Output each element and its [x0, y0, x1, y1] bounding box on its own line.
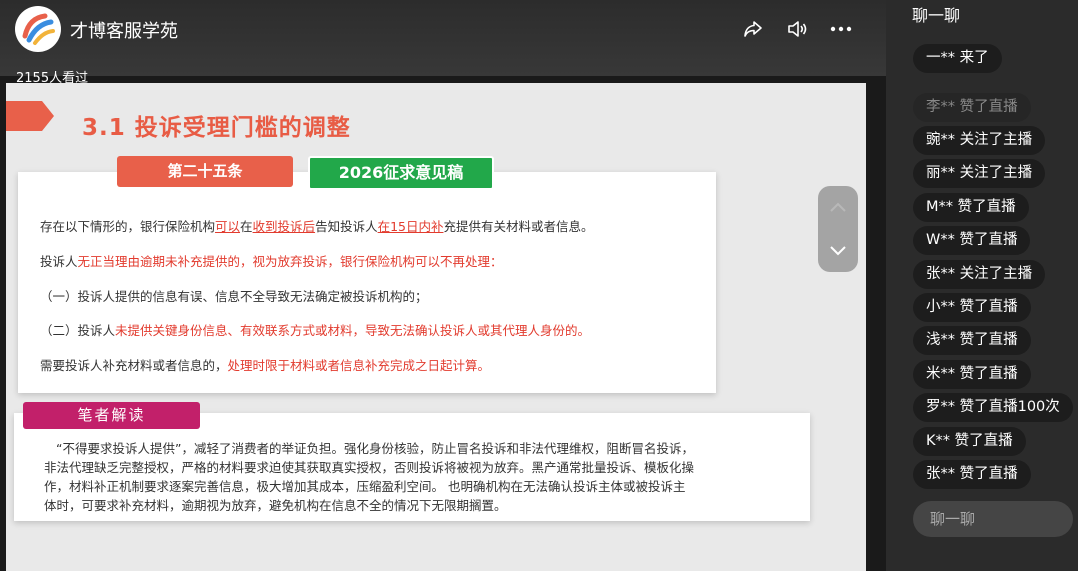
clause-item-2: （二）投诉人未提供关键身份信息、有效联系方式或材料，导致无法确认投诉人或其代理人…: [40, 323, 591, 338]
presentation-slide: 3.1 投诉受理门槛的调整 第二十五条 2026征求意见稿 存在以下情形的，银行…: [6, 83, 866, 571]
commentary-line: 体时，可要求补充材料，逾期视为放弃，避免机构在信息不全的情况下无限期搁置。: [44, 498, 507, 513]
chat-message: 米** 赞了直播: [913, 360, 1031, 389]
live-stream-page: 才博客服学苑 2155人看过 3.1 投诉受理门槛的调整 第二十五条 2026征…: [0, 0, 1078, 571]
chat-input[interactable]: 聊一聊: [913, 501, 1073, 537]
title-arrow-decoration: [6, 101, 54, 131]
video-player[interactable]: 才博客服学苑 2155人看过 3.1 投诉受理门槛的调整 第二十五条 2026征…: [0, 0, 886, 571]
chat-message: 小** 赞了直播: [913, 293, 1031, 322]
slide-title: 3.1 投诉受理门槛的调整: [82, 115, 351, 141]
share-icon[interactable]: [740, 16, 766, 42]
volume-icon[interactable]: [784, 16, 810, 42]
channel-name[interactable]: 才博客服学苑: [70, 17, 178, 43]
chat-message: 浅** 赞了直播: [913, 326, 1031, 355]
chat-message: W** 赞了直播: [913, 226, 1031, 255]
chat-message: 张** 关注了主播: [913, 260, 1046, 289]
clause-item-1: （一）投诉人提供的信息有误、信息不全导致无法确定被投诉机构的；: [40, 289, 428, 304]
commentary-label: 笔者解读: [23, 402, 200, 429]
chat-message: 一** 来了: [913, 44, 1002, 73]
player-header: 才博客服学苑 2155人看过: [0, 0, 886, 86]
draft-tab: 2026征求意见稿: [308, 156, 494, 190]
chevron-up-icon[interactable]: [826, 196, 850, 220]
commentary-line: 作，材料补正机制要求逐案完善信息，极大增加其成本，压缩盈利空间。 也明确机构在无…: [44, 479, 686, 494]
chat-panel: 聊一聊 一** 来了 李** 赞了直播 豌** 关注了主播 丽** 关注了主播 M** …: [886, 0, 1078, 571]
commentary-line: “不得要求投诉人提供”，减轻了消费者的举证负担。强化身份核验，防止冒名投诉和非法…: [56, 441, 694, 456]
chat-message: K** 赞了直播: [913, 427, 1026, 456]
clause-paragraph-1: 存在以下情形的，银行保险机构可以在收到投诉后告知投诉人在15日内补充提供有关材料…: [40, 219, 594, 234]
more-icon[interactable]: [828, 16, 854, 42]
clause-paragraph-5: 需要投诉人补充材料或者信息的，处理时限于材料或者信息补充完成之日起计算。: [40, 358, 491, 373]
chat-message: 李** 赞了直播: [913, 93, 1031, 122]
chat-message: M** 赞了直播: [913, 193, 1029, 222]
clause-paragraph-2: 投诉人无正当理由逾期未补充提供的，视为放弃投诉，银行保险机构可以不再处理：: [40, 254, 503, 269]
chat-message: 豌** 关注了主播: [913, 126, 1046, 155]
slide-scroll-control[interactable]: [818, 186, 858, 272]
chat-message: 丽** 关注了主播: [913, 159, 1046, 188]
chat-message: 张** 赞了直播: [913, 460, 1031, 489]
chevron-down-icon[interactable]: [826, 238, 850, 262]
channel-logo[interactable]: [15, 6, 61, 52]
chat-title: 聊一聊: [912, 6, 961, 25]
article-tab: 第二十五条: [117, 156, 293, 187]
chat-message: 罗** 赞了直播100次: [913, 393, 1073, 422]
commentary-line: 非法代理缺乏完整授权，严格的材料要求迫使其获取真实授权，否则投诉将被视为放弃。黑…: [44, 460, 695, 475]
